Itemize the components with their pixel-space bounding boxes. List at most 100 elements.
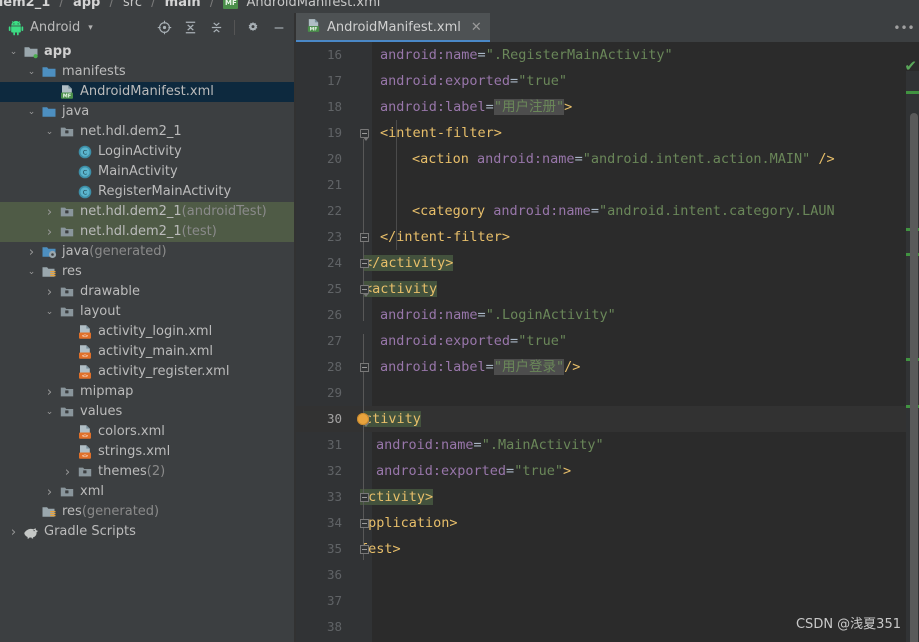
fold-marker-line25[interactable] bbox=[356, 276, 372, 302]
chevron-down-icon[interactable]: ⌄ bbox=[8, 42, 19, 62]
fold-marker-line24[interactable] bbox=[356, 250, 372, 276]
fold-marker-line34[interactable] bbox=[356, 510, 372, 536]
tree-item-mainactivity[interactable]: CMainActivity bbox=[0, 162, 294, 182]
code-line-26[interactable]: 26android:name=".LoginActivity" bbox=[296, 302, 919, 328]
tree-item-drawable[interactable]: ›drawable bbox=[0, 282, 294, 302]
code-line-37[interactable]: 37 bbox=[296, 588, 919, 614]
change-marker[interactable] bbox=[906, 91, 919, 94]
tree-item-mipmap[interactable]: ›mipmap bbox=[0, 382, 294, 402]
code-token: android:exported bbox=[376, 463, 506, 479]
tree-item-androidmanifest-xml[interactable]: MFAndroidManifest.xml bbox=[0, 82, 294, 102]
code-line-19[interactable]: 19<intent-filter> bbox=[296, 120, 919, 146]
tree-item-java[interactable]: ›java (generated) bbox=[0, 242, 294, 262]
breadcrumb-segment-app[interactable]: app bbox=[73, 0, 100, 10]
chevron-right-icon[interactable]: › bbox=[8, 522, 19, 542]
fold-marker-line35[interactable] bbox=[356, 536, 372, 562]
code-line-17[interactable]: 17android:exported="true" bbox=[296, 68, 919, 94]
tree-item-res[interactable]: ⌄ res bbox=[0, 262, 294, 282]
editor-scrollbar-thumb[interactable] bbox=[910, 113, 918, 642]
code-line-20[interactable]: 20<action android:name="android.intent.a… bbox=[296, 146, 919, 172]
intention-bulb-icon[interactable] bbox=[357, 413, 369, 425]
project-tree[interactable]: ⌄app⌄manifestsMFAndroidManifest.xml⌄java… bbox=[0, 42, 294, 642]
tree-item-java[interactable]: ⌄java bbox=[0, 102, 294, 122]
chevron-down-icon[interactable]: ⌄ bbox=[44, 302, 55, 322]
code-line-30[interactable]: 30ctivity bbox=[296, 406, 919, 432]
tree-item-res[interactable]: res (generated) bbox=[0, 502, 294, 522]
code-line-27[interactable]: 27android:exported="true" bbox=[296, 328, 919, 354]
hide-panel-icon[interactable] bbox=[268, 17, 290, 39]
tree-item-values[interactable]: ⌄values bbox=[0, 402, 294, 422]
code-text: </activity> bbox=[364, 250, 453, 276]
code-line-33[interactable]: 33activity> bbox=[296, 484, 919, 510]
tree-item-net-hdl-dem2-1[interactable]: ›net.hdl.dem2_1 (androidTest) bbox=[0, 202, 294, 222]
tree-item-xml[interactable]: ›xml bbox=[0, 482, 294, 502]
tree-item-themes[interactable]: ›themes (2) bbox=[0, 462, 294, 482]
tree-item-app[interactable]: ⌄app bbox=[0, 42, 294, 62]
code-line-23[interactable]: 23</intent-filter> bbox=[296, 224, 919, 250]
chevron-right-icon[interactable]: › bbox=[44, 282, 55, 302]
tree-item-loginactivity[interactable]: CLoginActivity bbox=[0, 142, 294, 162]
line-number: 20 bbox=[296, 146, 342, 172]
fold-marker-line19[interactable] bbox=[356, 120, 372, 146]
class-icon: C bbox=[77, 144, 93, 160]
chevron-down-icon[interactable]: ⌄ bbox=[44, 122, 55, 142]
breadcrumb-separator: / bbox=[210, 0, 214, 10]
chevron-right-icon[interactable]: › bbox=[44, 482, 55, 502]
code-line-35[interactable]: 35fest> bbox=[296, 536, 919, 562]
tree-item-gradle-scripts[interactable]: ›Gradle Scripts bbox=[0, 522, 294, 542]
fold-marker-line23[interactable] bbox=[356, 224, 372, 250]
tree-item-activity-register-xml[interactable]: <>activity_register.xml bbox=[0, 362, 294, 382]
fold-marker-line33[interactable] bbox=[356, 484, 372, 510]
tree-item-colors-xml[interactable]: <>colors.xml bbox=[0, 422, 294, 442]
code-line-18[interactable]: 18android:label="用户注册"> bbox=[296, 94, 919, 120]
chevron-down-icon[interactable]: ⌄ bbox=[26, 262, 37, 282]
breadcrumb-segment-src[interactable]: src bbox=[123, 0, 142, 10]
tree-item-activity-main-xml[interactable]: <>activity_main.xml bbox=[0, 342, 294, 362]
fold-marker-line28[interactable] bbox=[356, 354, 372, 380]
chevron-right-icon[interactable]: › bbox=[44, 222, 55, 242]
code-line-32[interactable]: 32android:exported="true"> bbox=[296, 458, 919, 484]
chevron-down-icon[interactable]: ⌄ bbox=[26, 102, 37, 122]
code-token: <activity bbox=[364, 281, 437, 297]
code-line-16[interactable]: 16android:name=".RegisterMainActivity" bbox=[296, 42, 919, 68]
close-icon[interactable]: ✕ bbox=[471, 20, 482, 35]
code-line-21[interactable]: 21 bbox=[296, 172, 919, 198]
tree-item-net-hdl-dem2-1[interactable]: ⌄net.hdl.dem2_1 bbox=[0, 122, 294, 142]
package-icon bbox=[59, 304, 75, 320]
chevron-down-icon[interactable]: ▾ bbox=[88, 23, 93, 33]
chevron-down-icon[interactable]: ⌄ bbox=[44, 402, 55, 422]
tab-androidmanifest-xml[interactable]: MF AndroidManifest.xml ✕ bbox=[296, 13, 490, 42]
tree-item-layout[interactable]: ⌄layout bbox=[0, 302, 294, 322]
inspection-gutter[interactable]: ✔ bbox=[906, 71, 919, 642]
chevron-right-icon[interactable]: › bbox=[44, 382, 55, 402]
code-editor[interactable]: 16android:name=".RegisterMainActivity"17… bbox=[296, 42, 919, 642]
chevron-down-icon[interactable]: ⌄ bbox=[26, 62, 37, 82]
chevron-right-icon[interactable]: › bbox=[62, 462, 73, 482]
chevron-right-icon[interactable]: › bbox=[44, 202, 55, 222]
select-opened-file-icon[interactable] bbox=[153, 17, 175, 39]
breadcrumb-file-name[interactable]: AndroidManifest.xml bbox=[247, 0, 381, 10]
tree-item-registermainactivity[interactable]: CRegisterMainActivity bbox=[0, 182, 294, 202]
expand-all-icon[interactable] bbox=[179, 17, 201, 39]
code-line-28[interactable]: 28android:label="用户登录"/> bbox=[296, 354, 919, 380]
code-line-36[interactable]: 36 bbox=[296, 562, 919, 588]
collapse-all-icon[interactable] bbox=[205, 17, 227, 39]
editor-options-menu-icon[interactable]: ••• bbox=[893, 13, 915, 42]
code-line-34[interactable]: 34application> bbox=[296, 510, 919, 536]
code-content[interactable]: 16android:name=".RegisterMainActivity"17… bbox=[296, 42, 919, 642]
tree-item-manifests[interactable]: ⌄manifests bbox=[0, 62, 294, 82]
tree-item-strings-xml[interactable]: <>strings.xml bbox=[0, 442, 294, 462]
tree-item-activity-login-xml[interactable]: <>activity_login.xml bbox=[0, 322, 294, 342]
breadcrumb-segment-project[interactable]: dem2_1 bbox=[0, 0, 50, 10]
inspection-ok-icon[interactable]: ✔ bbox=[904, 57, 917, 75]
chevron-right-icon[interactable]: › bbox=[26, 242, 37, 262]
code-line-22[interactable]: 22<category android:name="android.intent… bbox=[296, 198, 919, 224]
code-line-29[interactable]: 29 bbox=[296, 380, 919, 406]
tree-item-label: res bbox=[62, 262, 82, 282]
code-line-31[interactable]: 31android:name=".MainActivity" bbox=[296, 432, 919, 458]
breadcrumb-segment-main[interactable]: main bbox=[165, 0, 201, 10]
code-line-24[interactable]: 24</activity> bbox=[296, 250, 919, 276]
code-line-25[interactable]: 25<activity bbox=[296, 276, 919, 302]
settings-gear-icon[interactable] bbox=[242, 17, 264, 39]
tree-item-net-hdl-dem2-1[interactable]: ›net.hdl.dem2_1 (test) bbox=[0, 222, 294, 242]
